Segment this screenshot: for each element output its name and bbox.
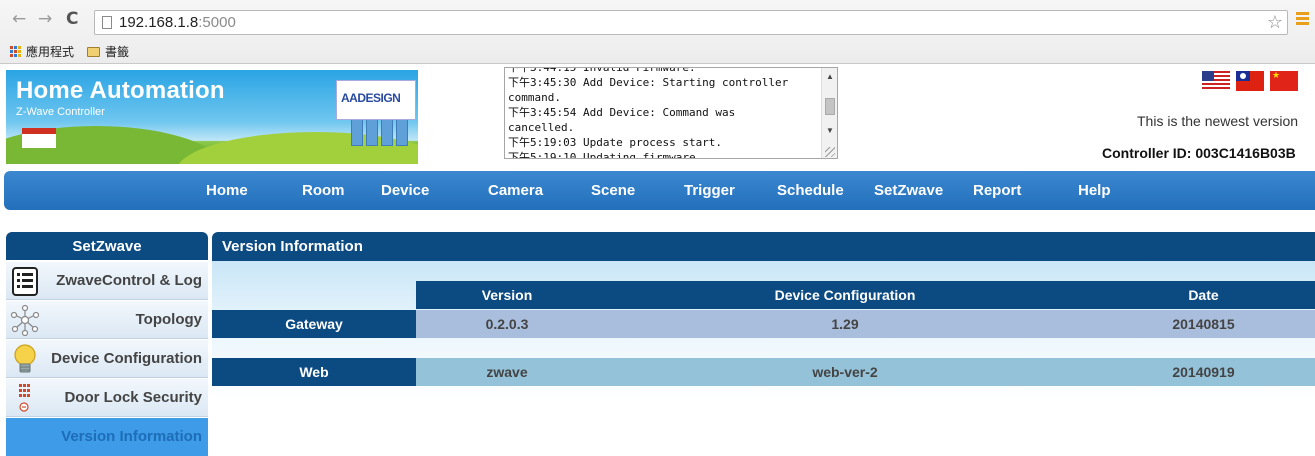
log-list-icon	[12, 267, 38, 296]
sidebar-title: SetZwave	[6, 232, 208, 260]
log-scrollbar[interactable]: ▲ ▼	[821, 68, 837, 158]
firmware-status: This is the newest version	[1137, 113, 1299, 129]
reload-icon[interactable]: C	[66, 9, 78, 29]
sidebar-item-label: ZwaveControl & Log	[56, 272, 202, 289]
sidebar-item-version-information[interactable]: Version Information	[6, 418, 208, 456]
taiwan-flag-icon[interactable]	[1236, 71, 1264, 91]
row-name-web: Web	[212, 358, 416, 386]
nav-report[interactable]: Report	[973, 182, 1021, 199]
bookmark-label: 應用程式	[26, 45, 75, 59]
table-row: Web zwave web-ver-2 20140919	[212, 358, 1315, 386]
home-automation-logo[interactable]: Home Automation Z-Wave Controller AADESI…	[6, 70, 418, 164]
nav-device[interactable]: Device	[381, 182, 429, 199]
sidebar-item-label: Device Configuration	[51, 350, 202, 367]
logo-subtitle: Z-Wave Controller	[16, 106, 105, 118]
brand-logo: AADESIGN	[336, 80, 416, 120]
scroll-down-icon[interactable]: ▼	[826, 126, 834, 135]
lightbulb-icon	[14, 344, 36, 373]
controller-id: Controller ID: 003C1416B03B	[1102, 145, 1296, 161]
back-arrow-icon[interactable]: ←	[12, 9, 26, 29]
sidebar-item-device-configuration[interactable]: Device Configuration	[6, 340, 208, 378]
sidebar-item-label: Topology	[135, 311, 202, 328]
browser-chrome: ← → C 192.168.1.8:5000 ☆ 應用程式 書籤	[0, 0, 1315, 64]
nav-scene[interactable]: Scene	[591, 182, 635, 199]
table-header-row: Version Device Configuration Date	[212, 281, 1315, 309]
nav-camera[interactable]: Camera	[488, 182, 543, 199]
bookmark-apps[interactable]: 應用程式	[10, 43, 74, 60]
sidebar-item-label: Version Information	[61, 428, 202, 445]
folder-icon	[87, 46, 100, 57]
topology-icon	[10, 304, 40, 336]
scroll-up-icon[interactable]: ▲	[826, 72, 834, 81]
bookmark-folder[interactable]: 書籤	[87, 43, 129, 60]
url-text[interactable]: 192.168.1.8:5000	[119, 14, 236, 31]
column-header-date: Date	[1092, 281, 1315, 309]
gateway-date: 20140815	[1092, 310, 1315, 338]
nav-setzwave[interactable]: SetZwave	[874, 182, 943, 199]
bookmark-star-icon[interactable]: ☆	[1267, 12, 1283, 33]
nav-room[interactable]: Room	[302, 182, 345, 199]
row-name-gateway: Gateway	[212, 310, 416, 338]
web-version: zwave	[416, 358, 598, 386]
nav-home[interactable]: Home	[206, 182, 248, 199]
us-flag-icon[interactable]	[1202, 71, 1230, 91]
event-log-lines: 下午3:44:15 Invalid Firmware. 下午3:45:30 Ad…	[508, 67, 789, 159]
main-nav: Home Room Device Camera Scene Trigger Sc…	[4, 171, 1315, 210]
resize-grip-icon[interactable]	[825, 147, 835, 157]
panel-title: Version Information	[222, 238, 363, 255]
apps-grid-icon	[10, 46, 21, 57]
gateway-version: 0.2.0.3	[416, 310, 598, 338]
nav-schedule[interactable]: Schedule	[777, 182, 844, 199]
nav-trigger[interactable]: Trigger	[684, 182, 735, 199]
page-icon	[102, 16, 112, 29]
column-header-version: Version	[416, 281, 598, 309]
sidebar-item-label: Door Lock Security	[64, 389, 202, 406]
sidebar-item-topology[interactable]: Topology	[6, 301, 208, 339]
table-row: Gateway 0.2.0.3 1.29 20140815	[212, 310, 1315, 338]
web-config: web-ver-2	[598, 358, 1092, 386]
logo-title: Home Automation	[16, 77, 225, 104]
browser-menu-icon[interactable]	[1296, 12, 1309, 26]
version-panel-header: Version Information	[212, 232, 1315, 261]
address-bar[interactable]: 192.168.1.8:5000 ☆	[94, 10, 1288, 35]
sidebar-item-door-lock-security[interactable]: Door Lock Security	[6, 379, 208, 417]
forward-arrow-icon[interactable]: →	[38, 9, 52, 29]
gateway-config: 1.29	[598, 310, 1092, 338]
web-date: 20140919	[1092, 358, 1315, 386]
scroll-thumb[interactable]	[825, 98, 835, 115]
china-flag-icon[interactable]	[1270, 71, 1298, 91]
column-header-device-configuration: Device Configuration	[598, 281, 1092, 309]
event-log-textarea[interactable]: 下午3:44:15 Invalid Firmware. 下午3:45:30 Ad…	[504, 67, 838, 159]
bookmark-label: 書籤	[105, 45, 130, 59]
keypad-lock-icon	[19, 384, 30, 412]
language-flags	[1202, 71, 1298, 91]
house-icon	[22, 128, 56, 148]
nav-help[interactable]: Help	[1078, 182, 1111, 199]
sidebar-item-zwavecontrol-log[interactable]: ZwaveControl & Log	[6, 262, 208, 300]
